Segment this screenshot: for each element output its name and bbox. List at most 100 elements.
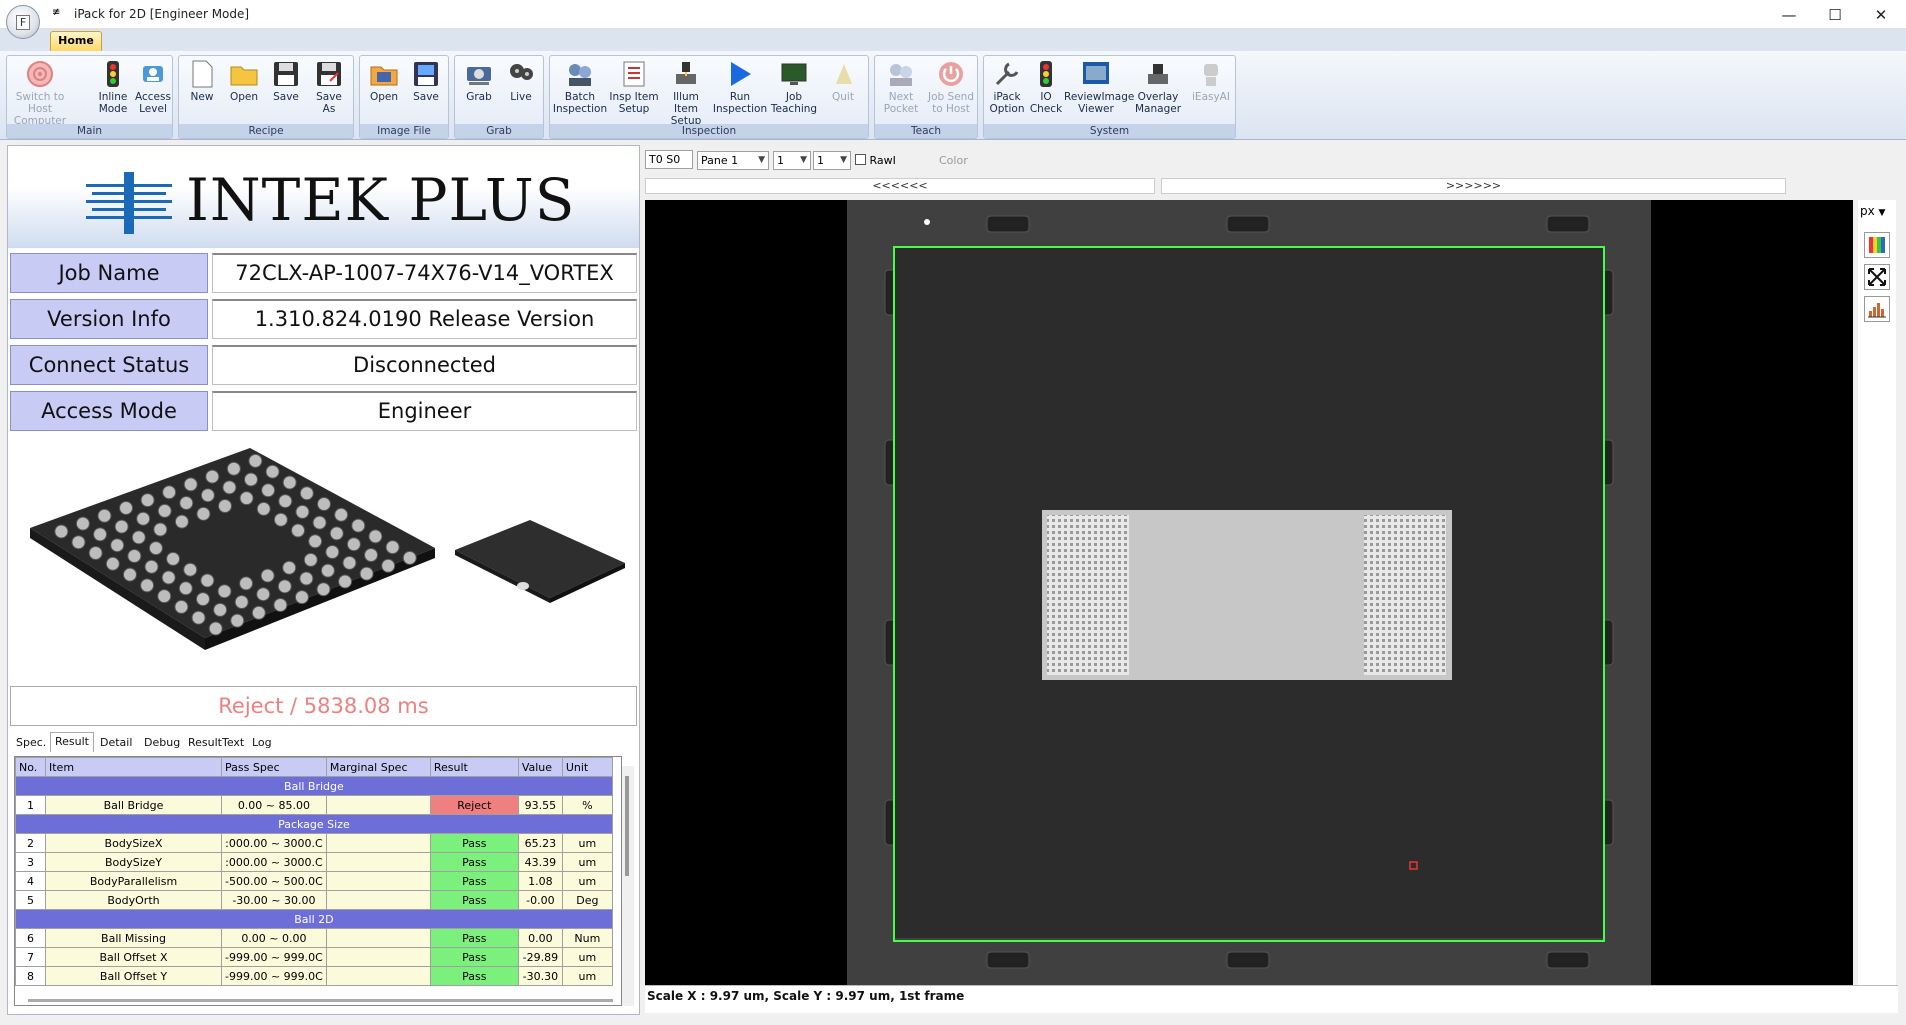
job-send-to-host-label: Job Send to Host — [928, 91, 974, 115]
recipe-open-button[interactable]: Open — [225, 59, 263, 103]
live-button[interactable]: Live — [501, 59, 541, 103]
image-viewer-icon — [1081, 59, 1111, 89]
col-unit[interactable]: Unit — [561, 757, 613, 777]
tab-detail[interactable]: Detail — [96, 734, 136, 752]
group-label: Ball 2D — [15, 909, 613, 929]
io-check-button[interactable]: IO Check — [1028, 59, 1064, 115]
quit-button[interactable]: Quit — [820, 59, 866, 103]
index-select-1[interactable]: 1 ▼ — [773, 151, 811, 170]
user-access-icon — [138, 59, 168, 89]
table-row[interactable]: 8 Ball Offset Y -999.00 ~ 999.0C Pass -3… — [15, 966, 613, 986]
grid-header-row: No. Item Pass Spec Marginal Spec Result … — [15, 757, 613, 777]
job-teaching-button[interactable]: Job Teaching — [768, 59, 820, 115]
cell-marginal-spec — [325, 966, 431, 986]
solder-ball — [208, 621, 223, 636]
image-open-button[interactable]: Open — [364, 59, 404, 103]
previous-frame-button[interactable]: <<<<<< — [645, 178, 1155, 194]
unit-select[interactable]: px ▼ — [1860, 204, 1894, 224]
table-row[interactable]: 2 BodySizeX :000.00 ~ 3000.C Pass 65.23 … — [15, 833, 613, 853]
tab-resulttext[interactable]: ResultText — [184, 734, 248, 752]
solder-ball — [127, 548, 142, 563]
grid-horizontal-scrollbar[interactable] — [28, 999, 613, 1002]
job-name-label: Job Name — [10, 253, 208, 293]
tab-debug[interactable]: Debug — [140, 734, 184, 752]
cell-pass-spec: -30.00 ~ 30.00 — [221, 890, 327, 910]
job-send-to-host-button[interactable]: Job Send to Host — [925, 59, 977, 115]
scroll-thumb[interactable] — [625, 776, 629, 876]
col-value[interactable]: Value — [517, 757, 563, 777]
close-button[interactable]: ✕ — [1858, 0, 1904, 29]
table-row[interactable]: 5 BodyOrth -30.00 ~ 30.00 Pass -0.00 Deg — [15, 890, 613, 910]
col-no[interactable]: No. — [15, 757, 46, 777]
minimize-button[interactable]: — — [1766, 0, 1812, 29]
table-row[interactable]: 7 Ball Offset X -999.00 ~ 999.0C Pass -2… — [15, 947, 613, 967]
grab-button[interactable]: Grab — [459, 59, 499, 103]
grab-label: Grab — [466, 91, 492, 103]
ieasyai-button[interactable]: iEasyAI — [1188, 59, 1234, 103]
title-bar: ≢ iPack for 2D [Engineer Mode] — ☐ ✕ — [0, 0, 1906, 29]
review-image-viewer-button[interactable]: ReviewImage Viewer — [1064, 59, 1134, 115]
next-frame-button[interactable]: >>>>>> — [1161, 178, 1786, 194]
solder-ball — [359, 566, 374, 581]
switch-to-host-button[interactable]: Switch to Host Computer — [9, 59, 71, 127]
solder-ball — [260, 568, 275, 583]
inline-mode-button[interactable]: Inline Mode — [93, 59, 133, 115]
fit-to-window-icon[interactable] — [1864, 264, 1890, 290]
solder-ball — [122, 567, 137, 582]
insp-item-setup-button[interactable]: Insp Item Setup — [608, 59, 660, 115]
solder-ball — [110, 538, 125, 553]
cell-marginal-spec — [325, 928, 431, 948]
floppy-disk-icon — [271, 59, 301, 89]
batch-inspection-button[interactable]: Batch Inspection — [552, 59, 608, 115]
color-toggle-label[interactable]: Color — [939, 154, 968, 167]
overlay-manager-button[interactable]: Overlay Manager — [1128, 59, 1188, 115]
tab-log[interactable]: Log — [248, 734, 276, 752]
raw-image-checkbox[interactable]: RawI — [855, 154, 896, 167]
col-marginal-spec[interactable]: Marginal Spec — [325, 757, 431, 777]
image-save-button[interactable]: Save — [406, 59, 446, 103]
tab-spec[interactable]: Spec. — [12, 734, 50, 752]
solder-ball — [75, 516, 90, 531]
solder-ball — [316, 582, 331, 597]
maximize-button[interactable]: ☐ — [1812, 0, 1858, 29]
grid-vertical-scrollbar[interactable] — [622, 766, 634, 1006]
recipe-save-as-button[interactable]: Save As — [309, 59, 349, 115]
next-pocket-button[interactable]: Next Pocket — [877, 59, 925, 115]
table-row[interactable]: 1 Ball Bridge 0.00 ~ 85.00 Reject 93.55 … — [15, 795, 613, 815]
solder-ball — [265, 464, 280, 479]
col-result[interactable]: Result — [429, 757, 519, 777]
color-map-icon[interactable] — [1864, 232, 1890, 258]
inspection-image-canvas[interactable] — [645, 200, 1853, 985]
run-inspection-button[interactable]: Run Inspection — [712, 59, 768, 115]
col-item[interactable]: Item — [45, 757, 222, 777]
access-mode-label: Access Mode — [10, 391, 208, 431]
col-pass-spec[interactable]: Pass Spec — [221, 757, 327, 777]
group-label: Package Size — [15, 814, 613, 834]
solder-ball — [88, 546, 103, 561]
application-menu-button[interactable]: F — [6, 5, 40, 39]
table-row[interactable]: 6 Ball Missing 0.00 ~ 0.00 Pass 0.00 Num — [15, 928, 613, 948]
station-field[interactable]: T0 S0 — [645, 150, 693, 169]
solder-ball — [226, 461, 241, 476]
recipe-new-button[interactable]: New — [183, 59, 221, 103]
solder-ball — [303, 552, 318, 567]
histogram-icon[interactable] — [1864, 296, 1890, 322]
table-row[interactable]: 3 BodySizeY :000.00 ~ 3000.C Pass 43.39 … — [15, 852, 613, 872]
solder-ball — [200, 488, 215, 503]
recipe-save-button[interactable]: Save — [267, 59, 305, 103]
pane-select[interactable]: Pane 1 ▼ — [697, 151, 769, 170]
quick-access-toolbar[interactable]: ≢ — [52, 7, 60, 18]
recipe-open-label: Open — [229, 91, 259, 103]
index-select-2[interactable]: 1 ▼ — [813, 151, 851, 170]
solder-ball — [282, 475, 297, 490]
ipack-option-button[interactable]: iPack Option — [986, 59, 1028, 115]
access-level-button[interactable]: Access Level — [133, 59, 173, 115]
tab-home[interactable]: Home — [50, 31, 102, 51]
tab-result[interactable]: Result — [50, 732, 94, 752]
solder-ball — [195, 592, 210, 607]
solder-ball — [248, 453, 263, 468]
table-row[interactable]: 4 BodyParallelism -500.00 ~ 500.0C Pass … — [15, 871, 613, 891]
checkbox-box[interactable] — [855, 154, 866, 165]
illum-item-setup-button[interactable]: Illum Item Setup — [660, 59, 712, 127]
cell-marginal-spec — [325, 890, 431, 910]
